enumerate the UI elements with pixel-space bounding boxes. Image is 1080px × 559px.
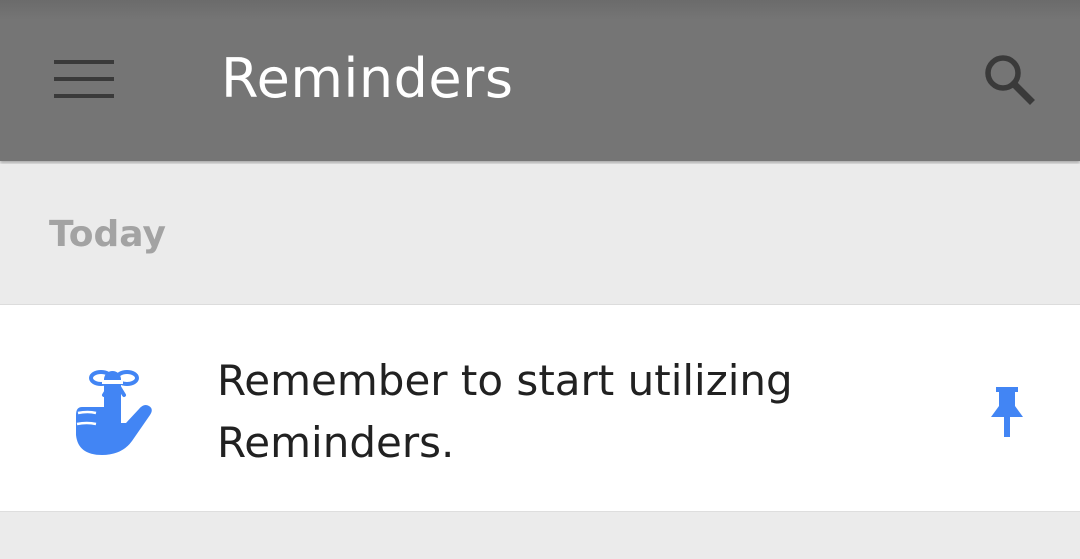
menu-button[interactable] xyxy=(38,42,130,116)
section-label-today: Today xyxy=(49,214,166,255)
pin-icon xyxy=(991,387,1023,437)
finger-string-reminder-icon xyxy=(76,370,152,455)
search-icon xyxy=(985,55,1035,105)
reminder-text: Remember to start utilizing Reminders. xyxy=(217,356,793,467)
hamburger-menu-icon xyxy=(54,60,114,98)
reminders-app: Reminders Today Remember to start utiliz… xyxy=(0,0,1080,559)
search-button[interactable] xyxy=(964,40,1054,120)
pin-button[interactable] xyxy=(972,377,1042,447)
reminder-item[interactable]: Remember to start utilizing Reminders. xyxy=(0,305,1080,512)
app-bar: Reminders xyxy=(0,0,1080,161)
page-title: Reminders xyxy=(221,47,514,110)
